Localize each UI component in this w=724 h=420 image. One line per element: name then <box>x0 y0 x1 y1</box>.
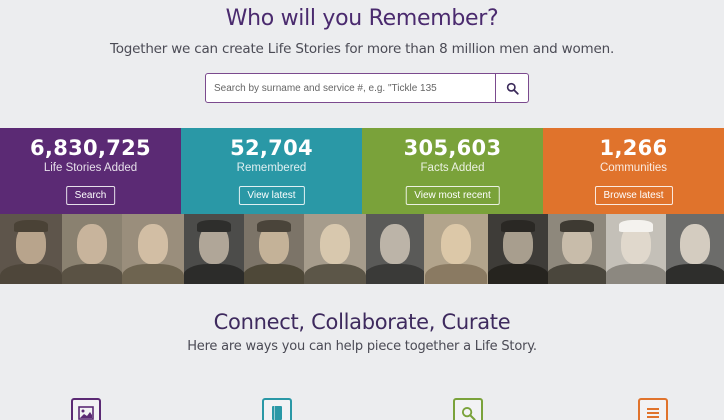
stats-bar: 6,830,725 Life Stories Added Search 52,7… <box>0 128 724 214</box>
stat-communities: 1,266 Communities Browse latest <box>543 128 724 214</box>
feature-list-button[interactable] <box>638 398 668 420</box>
stat-label: Facts Added <box>420 162 485 174</box>
image-icon <box>78 406 94 420</box>
portrait-photo[interactable] <box>304 214 366 284</box>
stat-number: 6,830,725 <box>30 136 151 160</box>
search-stories-button[interactable]: Search <box>65 186 116 205</box>
section-subtitle: Here are ways you can help piece togethe… <box>187 339 537 354</box>
stat-facts-added: 305,603 Facts Added View most recent <box>362 128 543 214</box>
stat-life-stories: 6,830,725 Life Stories Added Search <box>0 128 181 214</box>
portrait-photo[interactable] <box>62 214 122 284</box>
feature-image-button[interactable] <box>71 398 101 420</box>
search-input[interactable] <box>206 74 496 102</box>
portrait-photo[interactable] <box>366 214 424 284</box>
search-icon <box>506 82 519 95</box>
connect-section: Connect, Collaborate, Curate Here are wa… <box>0 310 724 354</box>
browse-latest-button[interactable]: Browse latest <box>594 186 673 205</box>
view-latest-button[interactable]: View latest <box>238 186 305 205</box>
portrait-photo[interactable] <box>244 214 304 284</box>
portrait-photo[interactable] <box>488 214 548 284</box>
stat-number: 52,704 <box>230 136 313 160</box>
stat-number: 305,603 <box>403 136 502 160</box>
portrait-photo[interactable] <box>606 214 666 284</box>
portrait-photo[interactable] <box>122 214 184 284</box>
feature-search-button[interactable] <box>453 398 483 420</box>
search-bar <box>205 73 529 103</box>
section-title: Connect, Collaborate, Curate <box>213 310 511 334</box>
stat-label: Communities <box>599 162 668 174</box>
hero-subtitle: Together we can create Life Stories for … <box>109 41 615 57</box>
search-button[interactable] <box>496 74 528 102</box>
book-icon <box>272 406 282 420</box>
hero-section: Who will you Remember? Together we can c… <box>0 0 724 122</box>
view-most-recent-button[interactable]: View most recent <box>405 186 500 205</box>
stat-label: Remembered <box>236 162 307 174</box>
portrait-photo[interactable] <box>548 214 606 284</box>
list-icon <box>647 408 659 418</box>
portrait-photo[interactable] <box>184 214 244 284</box>
search-icon <box>461 406 476 420</box>
portrait-strip <box>0 214 724 284</box>
stat-number: 1,266 <box>599 136 668 160</box>
portrait-photo[interactable] <box>424 214 488 284</box>
stat-remembered: 52,704 Remembered View latest <box>181 128 362 214</box>
portrait-photo[interactable] <box>0 214 62 284</box>
feature-book-button[interactable] <box>262 398 292 420</box>
stat-label: Life Stories Added <box>43 162 138 174</box>
portrait-photo[interactable] <box>666 214 724 284</box>
page-title: Who will you Remember? <box>225 6 499 31</box>
